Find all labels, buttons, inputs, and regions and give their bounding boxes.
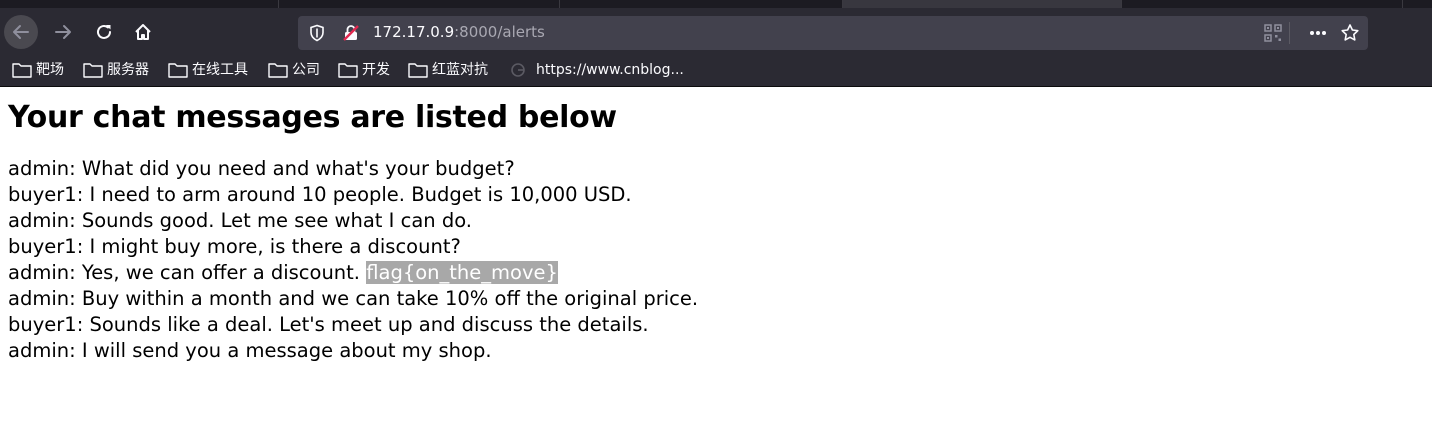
message-text: admin: What did you need and what's your… <box>8 157 515 180</box>
globe-icon <box>511 63 525 77</box>
bookmark-label: 红蓝对抗 <box>432 62 488 78</box>
arrow-left-icon <box>13 25 29 39</box>
bookmark-label: 在线工具 <box>192 62 248 78</box>
folder-icon <box>168 63 188 78</box>
bookmark-folder[interactable]: 在线工具 <box>168 60 248 80</box>
page-content: Your chat messages are listed below admi… <box>8 86 1418 364</box>
bookmark-label: https://www.cnblog... <box>536 62 684 78</box>
folder-icon <box>338 63 358 78</box>
chat-message: admin: Buy within a month and we can tak… <box>8 286 1418 312</box>
message-text: admin: Yes, we can offer a discount. <box>8 261 367 284</box>
chat-message: buyer1: I need to arm around 10 people. … <box>8 182 1418 208</box>
bookmark-label: 开发 <box>362 62 390 78</box>
selected-text-highlight[interactable]: flag{on_the_move} <box>366 261 558 284</box>
chat-message: buyer1: Sounds like a deal. Let's meet u… <box>8 312 1418 338</box>
page-actions-more-icon[interactable] <box>1308 24 1328 46</box>
chat-message: admin: Yes, we can offer a discount. fla… <box>8 260 1418 286</box>
bookmark-label: 公司 <box>292 62 320 78</box>
bookmark-link[interactable]: https://www.cnblog... <box>510 60 684 80</box>
page-title: Your chat messages are listed below <box>8 100 617 135</box>
bookmark-folder[interactable]: 红蓝对抗 <box>408 60 488 80</box>
chat-message-list: admin: What did you need and what's your… <box>8 156 1418 364</box>
folder-icon <box>408 63 428 78</box>
tab[interactable] <box>0 0 279 8</box>
chat-message: admin: I will send you a message about m… <box>8 338 1418 364</box>
bookmark-folder[interactable]: 靶场 <box>12 60 64 80</box>
folder-icon <box>83 63 103 78</box>
url-host: 172.17.0.9 <box>373 23 455 41</box>
bookmark-folder[interactable]: 服务器 <box>83 60 149 80</box>
bookmark-label: 靶场 <box>36 62 64 78</box>
message-text: buyer1: I might buy more, is there a dis… <box>8 235 461 258</box>
tracking-protection-shield-icon[interactable] <box>308 24 326 46</box>
message-text: buyer1: I need to arm around 10 people. … <box>8 183 632 206</box>
bookmark-star-icon[interactable] <box>1340 23 1360 47</box>
reload-icon <box>97 24 111 39</box>
home-button[interactable] <box>126 15 160 49</box>
url-text[interactable]: 172.17.0.9:8000/alerts <box>373 23 545 41</box>
message-text: buyer1: Sounds like a deal. Let's meet u… <box>8 313 649 336</box>
arrow-right-icon <box>55 25 71 39</box>
tab[interactable] <box>560 0 843 8</box>
message-text: admin: I will send you a message about m… <box>8 339 492 362</box>
chat-message: buyer1: I might buy more, is there a dis… <box>8 234 1418 260</box>
navigation-toolbar: 172.17.0.9:8000/alerts <box>0 12 1432 54</box>
qr-code-icon[interactable] <box>1264 24 1282 46</box>
tab-active[interactable] <box>843 0 1122 8</box>
back-button[interactable] <box>4 15 38 49</box>
address-bar[interactable]: 172.17.0.9:8000/alerts <box>298 16 1368 50</box>
forward-button[interactable] <box>46 15 80 49</box>
toolbar-separator <box>1289 22 1290 44</box>
tab-strip <box>0 0 1432 8</box>
url-path: :8000/alerts <box>454 23 545 41</box>
chat-message: admin: Sounds good. Let me see what I ca… <box>8 208 1418 234</box>
chat-message: admin: What did you need and what's your… <box>8 156 1418 182</box>
tab[interactable] <box>279 0 560 8</box>
insecure-connection-icon[interactable] <box>342 24 360 46</box>
bookmark-folder[interactable]: 开发 <box>338 60 390 80</box>
message-text: admin: Sounds good. Let me see what I ca… <box>8 209 472 232</box>
folder-icon <box>268 63 288 78</box>
home-icon <box>135 24 151 40</box>
browser-chrome: 172.17.0.9:8000/alerts 靶场 服务器 在线工具 公司 开发… <box>0 0 1432 87</box>
bookmark-folder[interactable]: 公司 <box>268 60 320 80</box>
tab[interactable] <box>1122 0 1403 8</box>
message-text: admin: Buy within a month and we can tak… <box>8 287 699 310</box>
bookmark-label: 服务器 <box>107 62 149 78</box>
folder-icon <box>12 63 32 78</box>
reload-button[interactable] <box>87 15 121 49</box>
bookmarks-toolbar: 靶场 服务器 在线工具 公司 开发 红蓝对抗 https://www.cnblo… <box>0 56 1432 84</box>
